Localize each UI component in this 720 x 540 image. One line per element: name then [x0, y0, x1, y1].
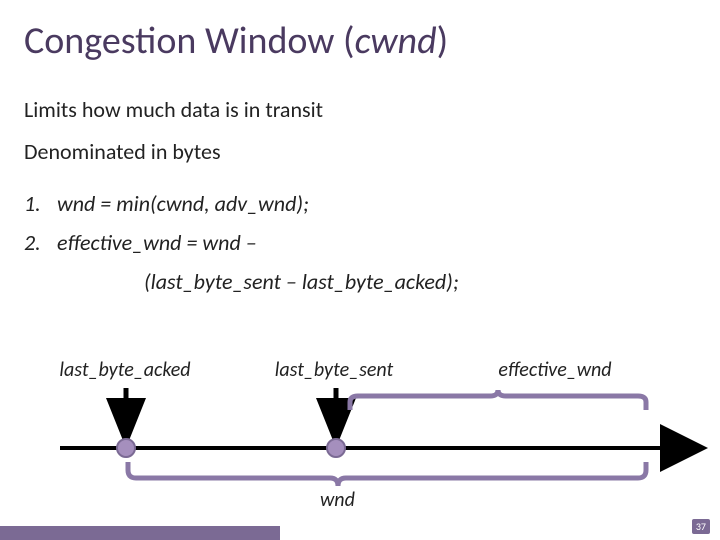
dot-acked — [117, 439, 135, 457]
diagram-svg — [0, 0, 720, 540]
brace-effective-wnd — [350, 390, 646, 410]
dot-sent — [327, 439, 345, 457]
footer-accent-bar — [0, 526, 280, 540]
page-number: 37 — [692, 519, 710, 534]
brace-wnd — [128, 462, 646, 486]
